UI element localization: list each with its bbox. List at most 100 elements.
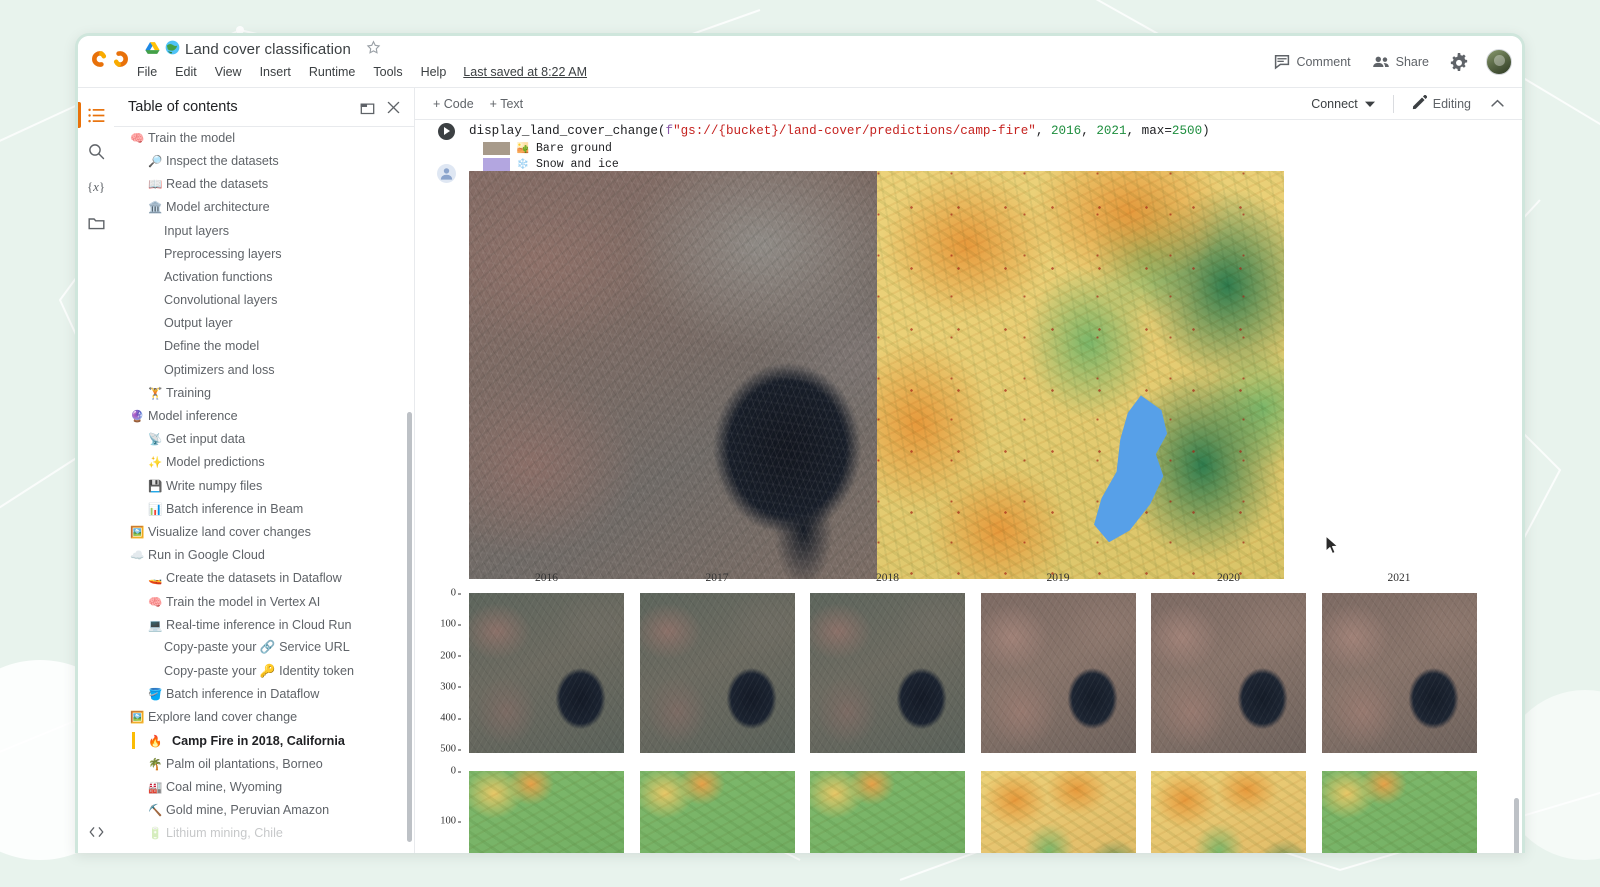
legend-label: Bare ground [536, 142, 612, 155]
toc-item-coal-mine-wyoming[interactable]: 🏭 Coal mine, Wyoming [114, 775, 414, 798]
page-title: Land cover classification [185, 40, 351, 58]
toc-item-create-the-datasets-in-dataflow[interactable]: 🚤 Create the datasets in Dataflow [114, 567, 414, 590]
variables-icon[interactable]: {x} [79, 170, 113, 204]
connect-label: Connect [1311, 96, 1358, 111]
toc-item-activation-functions[interactable]: Activation functions [114, 265, 414, 288]
toc-item-label: Read the datasets [166, 177, 269, 192]
add-code-button[interactable]: + Code [425, 93, 482, 115]
toc-item-visualize-land-cover-changes[interactable]: 🖼️ Visualize land cover changes [114, 520, 414, 543]
menu-file[interactable]: File [128, 62, 166, 82]
colab-logo-icon[interactable] [88, 45, 132, 73]
toc-item-gold-mine-peruvian-amazon[interactable]: ⛏️ Gold mine, Peruvian Amazon [114, 799, 414, 822]
toc-item-optimizers-and-loss[interactable]: Optimizers and loss [114, 358, 414, 381]
toc-item-write-numpy-files[interactable]: 💾 Write numpy files [114, 474, 414, 497]
toc-item-emoji: 🏛️ [148, 202, 163, 215]
avatar[interactable] [1486, 49, 1512, 75]
toc-item-emoji: 🔥 [148, 735, 163, 748]
toc-item-train-the-model[interactable]: 🧠 Train the model [114, 127, 414, 149]
toc-item-explore-land-cover-change[interactable]: 🖼️ Explore land cover change [114, 706, 414, 729]
menu-tools[interactable]: Tools [364, 62, 411, 82]
y-axis-row-0: 0 100 200 300 400 500 [425, 588, 462, 755]
connect-button[interactable]: Connect [1301, 92, 1385, 116]
toc-item-model-inference[interactable]: 🔮 Model inference [114, 404, 414, 427]
year-label-2020: 2020 [1217, 572, 1240, 584]
satellite-image-panel [469, 171, 877, 579]
toc-item-inspect-the-datasets[interactable]: 🔎 Inspect the datasets [114, 149, 414, 172]
toc-item-emoji: 💾 [148, 480, 163, 493]
open-in-new-icon[interactable] [354, 94, 380, 120]
document-title-row[interactable]: Land cover classification [145, 40, 381, 58]
toc-item-read-the-datasets[interactable]: 📖 Read the datasets [114, 173, 414, 196]
toc-item-define-the-model[interactable]: Define the model [114, 335, 414, 358]
toc-item-emoji: 🏋️ [148, 387, 163, 400]
year-label-2018: 2018 [876, 572, 899, 584]
last-saved-label[interactable]: Last saved at 8:22 AM [461, 62, 589, 82]
toc-item-label: Batch inference in Beam [166, 501, 304, 516]
y-tick: 300 [440, 681, 461, 693]
menu-insert[interactable]: Insert [251, 62, 300, 82]
search-icon[interactable] [79, 134, 113, 168]
toc-item-run-in-google-cloud[interactable]: ☁️ Run in Google Cloud [114, 544, 414, 567]
menu-bar: Land cover classification File Edit View… [78, 36, 1522, 88]
toc-icon[interactable] [78, 98, 113, 132]
legend-swatch-bare-ground [483, 142, 510, 155]
notebook-content: display_land_cover_change(f"gs://{bucket… [415, 120, 1522, 853]
toc-item-palm-oil-plantations-borneo[interactable]: 🌴 Palm oil plantations, Borneo [114, 752, 414, 775]
toc-item-label: Train the model in Vertex AI [166, 594, 321, 609]
close-icon[interactable] [380, 94, 406, 120]
editing-button[interactable]: Editing [1402, 90, 1481, 118]
code-kwarg: max= [1141, 124, 1172, 138]
snowflake-icon: ❄️ [516, 158, 530, 170]
code-text[interactable]: display_land_cover_change(f"gs://{bucket… [469, 121, 1210, 141]
toc-item-input-layers[interactable]: Input layers [114, 219, 414, 242]
editing-label: Editing [1432, 96, 1471, 111]
toc-scrollbar[interactable] [407, 412, 412, 842]
menu-runtime[interactable]: Runtime [300, 62, 365, 82]
toc-item-model-architecture[interactable]: 🏛️ Model architecture [114, 196, 414, 219]
settings-button[interactable] [1441, 47, 1477, 77]
year-label-2016: 2016 [535, 572, 558, 584]
toc-item-label: Model inference [148, 409, 238, 424]
toc-item-emoji: 📡 [148, 434, 163, 447]
toc-item-batch-inference-in-beam[interactable]: 📊 Batch inference in Beam [114, 497, 414, 520]
menu-help[interactable]: Help [412, 62, 456, 82]
toc-item-train-the-model-in-vertex-ai[interactable]: 🧠 Train the model in Vertex AI [114, 590, 414, 613]
code-comma-3: , [1126, 124, 1142, 138]
drive-icon [145, 41, 160, 58]
pencil-icon [1412, 94, 1427, 113]
toc-item-emoji: 📖 [148, 179, 163, 192]
star-outline-icon[interactable] [366, 40, 381, 58]
folder-icon[interactable] [79, 206, 113, 240]
toc-item-copy-paste-your-service-url[interactable]: Copy-paste your 🔗 Service URL [114, 636, 414, 659]
chevron-up-icon[interactable] [1483, 90, 1512, 118]
toc-item-lithium-mining-chile[interactable]: 🔋 Lithium mining, Chile [114, 822, 414, 845]
year-label-2019: 2019 [1046, 572, 1070, 584]
toc-item-get-input-data[interactable]: 📡 Get input data [114, 428, 414, 451]
toc-item-label: Create the datasets in Dataflow [166, 571, 342, 586]
share-button[interactable]: Share [1363, 48, 1438, 76]
menu-edit[interactable]: Edit [166, 62, 206, 82]
toc-list[interactable]: 📘Create the datasets in Beam🧠Train the m… [114, 126, 414, 853]
run-cell-button[interactable] [435, 120, 457, 142]
toc-item-batch-inference-in-dataflow[interactable]: 🪣 Batch inference in Dataflow [114, 683, 414, 706]
add-text-button[interactable]: + Text [482, 93, 531, 115]
code-kwarg-value: 2500 [1171, 124, 1203, 138]
output-scrollbar[interactable] [1514, 798, 1519, 853]
toc-item-convolutional-layers[interactable]: Convolutional layers [114, 289, 414, 312]
toolbar-right: Connect Editing [1301, 90, 1512, 118]
toc-item-preprocessing-layers[interactable]: Preprocessing layers [114, 242, 414, 265]
toc-item-emoji: 🔋 [148, 828, 163, 841]
toc-item-label: Input layers [164, 223, 230, 238]
toc-item-model-predictions[interactable]: ✨ Model predictions [114, 451, 414, 474]
comment-button[interactable]: Comment [1265, 48, 1359, 76]
land-cover-prediction-panel [876, 171, 1284, 579]
toc-item-camp-fire-in-2018-california[interactable]: 🔥 Camp Fire in 2018, California [114, 729, 414, 752]
toc-item-copy-paste-your-identity-token[interactable]: Copy-paste your 🔑 Identity token [114, 660, 414, 683]
toc-item-label: Palm oil plantations, Borneo [166, 756, 323, 771]
toc-item-training[interactable]: 🏋️ Training [114, 381, 414, 404]
code-snippets-icon[interactable] [79, 817, 113, 847]
toc-item-real-time-inference-in-cloud-run[interactable]: 💻 Real-time inference in Cloud Run [114, 613, 414, 636]
toc-item-output-layer[interactable]: Output layer [114, 312, 414, 335]
menu-view[interactable]: View [206, 62, 251, 82]
thumbnail-satellite-2021 [1321, 593, 1477, 753]
